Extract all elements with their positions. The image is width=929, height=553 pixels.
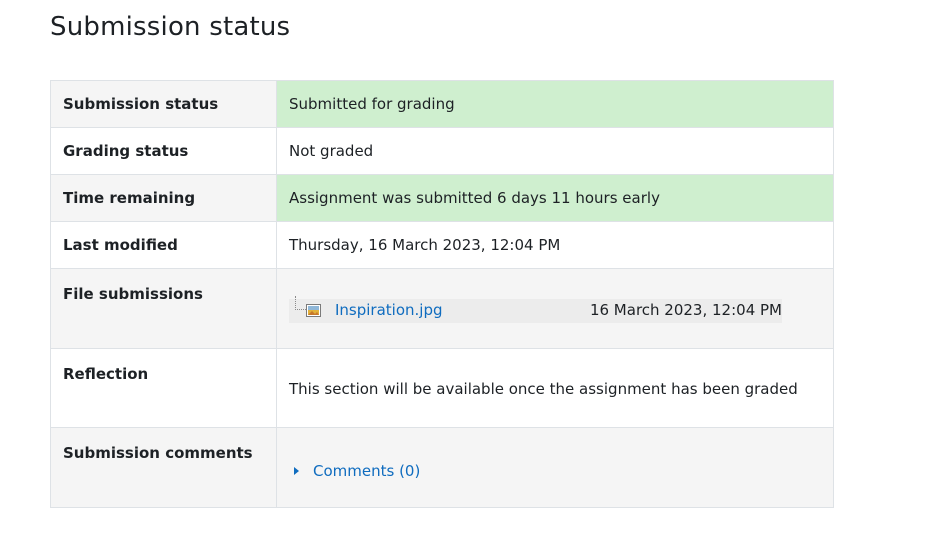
submission-comments-cell: Comments (0)	[276, 427, 834, 508]
image-file-icon	[306, 303, 321, 318]
file-date: 16 March 2023, 12:04 PM	[589, 300, 782, 319]
file-link[interactable]: Inspiration.jpg	[335, 301, 443, 319]
comments-toggle[interactable]: Comments (0)	[289, 462, 420, 480]
row-file-submissions: File submissions Inspiration.jpg 16 Marc…	[50, 268, 834, 349]
row-submission-comments: Submission comments Comments (0)	[50, 427, 834, 508]
file-tree-item: Inspiration.jpg 16 March 2023, 12:04 PM	[289, 295, 782, 323]
row-submission-status: Submission status Submitted for grading	[50, 80, 834, 128]
page-title: Submission status	[50, 12, 291, 42]
row-label-file-submissions: File submissions	[50, 268, 277, 349]
comments-toggle-label: Comments (0)	[313, 461, 421, 480]
row-label-time-remaining: Time remaining	[50, 174, 277, 222]
row-label-reflection: Reflection	[50, 348, 277, 428]
row-reflection: Reflection This section will be availabl…	[50, 348, 834, 428]
caret-right-icon	[294, 466, 299, 475]
time-remaining-value: Assignment was submitted 6 days 11 hours…	[276, 174, 834, 222]
row-label-submission-comments: Submission comments	[50, 427, 277, 508]
grading-status-value: Not graded	[276, 127, 834, 175]
submission-status-page: Submission status Submission status Subm…	[0, 0, 929, 553]
reflection-value: This section will be available once the …	[289, 380, 798, 398]
row-grading-status: Grading status Not graded	[50, 127, 834, 175]
submission-status-value: Submitted for grading	[276, 80, 834, 128]
row-last-modified: Last modified Thursday, 16 March 2023, 1…	[50, 221, 834, 269]
tree-connector	[295, 295, 306, 310]
row-time-remaining: Time remaining Assignment was submitted …	[50, 174, 834, 222]
last-modified-value: Thursday, 16 March 2023, 12:04 PM	[276, 221, 834, 269]
reflection-cell: This section will be available once the …	[276, 348, 834, 428]
row-label-submission-status: Submission status	[50, 80, 277, 128]
row-label-last-modified: Last modified	[50, 221, 277, 269]
submission-status-table: Submission status Submitted for grading …	[50, 80, 834, 508]
row-label-grading-status: Grading status	[50, 127, 277, 175]
file-submissions-cell: Inspiration.jpg 16 March 2023, 12:04 PM	[276, 268, 834, 349]
